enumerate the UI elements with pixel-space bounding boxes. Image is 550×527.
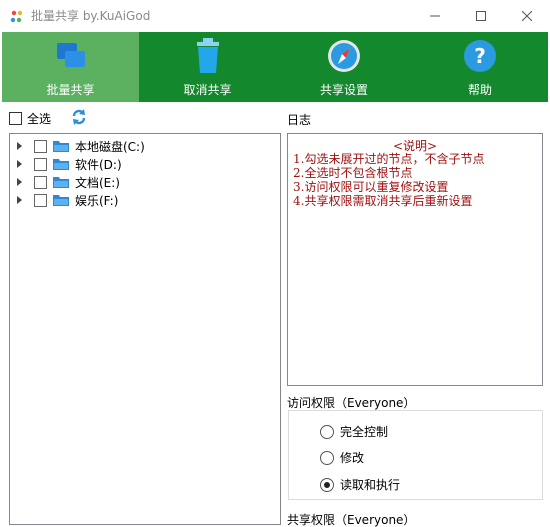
expand-arrow-icon[interactable]: [17, 196, 22, 204]
radio-label: 修改: [340, 451, 365, 465]
radio-read-execute[interactable]: 读取和执行: [320, 476, 400, 493]
folder-icon: [53, 195, 69, 206]
tree-item-e[interactable]: 文档(E:): [10, 173, 280, 191]
trash-icon: [196, 38, 219, 73]
tree-item-d[interactable]: 软件(D:): [10, 155, 280, 173]
select-all-label: 全选: [27, 112, 52, 126]
batch-share-button[interactable]: 批量共享: [2, 32, 139, 102]
expand-arrow-icon[interactable]: [17, 160, 22, 168]
batch-share-label: 批量共享: [46, 83, 95, 97]
radio-full-control[interactable]: 完全控制: [320, 423, 388, 440]
log-line: 2.全选时不包含根节点: [293, 166, 413, 180]
maximize-icon: [476, 11, 486, 21]
tree-checkbox[interactable]: [34, 193, 47, 207]
tree-checkbox[interactable]: [34, 139, 47, 153]
tree-checkbox[interactable]: [34, 175, 47, 189]
compass-icon: [328, 40, 360, 72]
help-button[interactable]: ? 帮助: [412, 32, 548, 102]
radio-button[interactable]: [320, 477, 334, 492]
folder-icon: [53, 159, 69, 170]
log-title: 日志: [287, 113, 312, 127]
radio-label: 完全控制: [340, 425, 389, 439]
share-settings-label: 共享设置: [319, 83, 368, 97]
tree-checkbox[interactable]: [34, 157, 47, 171]
folder-icon: [53, 141, 69, 152]
drive-tree: 本地磁盘(C:) 软件(D:) 文档(E:) 娱乐(F:): [9, 133, 281, 525]
minimize-icon: [430, 15, 440, 17]
tree-item-f[interactable]: 娱乐(F:): [10, 191, 280, 209]
log-line: 4.共享权限需取消共享后重新设置: [293, 194, 473, 208]
tree-item-label: 软件(D:): [75, 157, 122, 172]
access-permission-group: 完全控制 修改 读取和执行: [288, 410, 543, 500]
share-settings-button[interactable]: 共享设置: [276, 32, 412, 102]
radio-button[interactable]: [320, 424, 334, 439]
select-all-box[interactable]: [9, 112, 22, 125]
maximize-button[interactable]: [458, 0, 504, 32]
radio-button[interactable]: [320, 450, 334, 465]
toolbar: 批量共享 取消共享 共享设置 ? 帮助: [2, 32, 548, 102]
folder-icon: [53, 177, 69, 188]
tree-item-c[interactable]: 本地磁盘(C:): [10, 137, 280, 155]
window-title: 批量共享 by.KuAiGod: [31, 9, 151, 23]
access-permission-title: 访问权限（Everyone）: [287, 396, 416, 410]
tree-item-label: 娱乐(F:): [75, 193, 119, 208]
tree-item-label: 本地磁盘(C:): [75, 139, 145, 154]
log-line: 1.勾选未展开过的节点，不含子节点: [293, 152, 485, 166]
svg-text:?: ?: [474, 44, 486, 68]
log-textbox[interactable]: <说明> 1.勾选未展开过的节点，不含子节点 2.全选时不包含根节点 3.访问权…: [287, 133, 543, 386]
cancel-share-label: 取消共享: [183, 83, 232, 97]
help-label: 帮助: [467, 83, 492, 97]
radio-modify[interactable]: 修改: [320, 449, 364, 466]
close-icon: [522, 11, 532, 21]
log-line: 3.访问权限可以重复修改设置: [293, 180, 449, 194]
app-logo-icon: [10, 10, 23, 23]
tree-item-label: 文档(E:): [75, 175, 120, 190]
expand-arrow-icon[interactable]: [17, 178, 22, 186]
radio-label: 读取和执行: [340, 478, 401, 492]
cancel-share-button[interactable]: 取消共享: [139, 32, 276, 102]
share-permission-title: 共享权限（Everyone）: [287, 513, 416, 527]
select-all-checkbox[interactable]: 全选: [9, 110, 51, 127]
title-bar: 批量共享 by.KuAiGod: [0, 0, 550, 32]
expand-arrow-icon[interactable]: [17, 142, 22, 150]
share-windows-icon: [56, 43, 85, 67]
help-icon: ?: [464, 40, 496, 72]
refresh-icon[interactable]: [71, 108, 87, 126]
close-button[interactable]: [504, 0, 550, 32]
minimize-button[interactable]: [412, 0, 458, 32]
